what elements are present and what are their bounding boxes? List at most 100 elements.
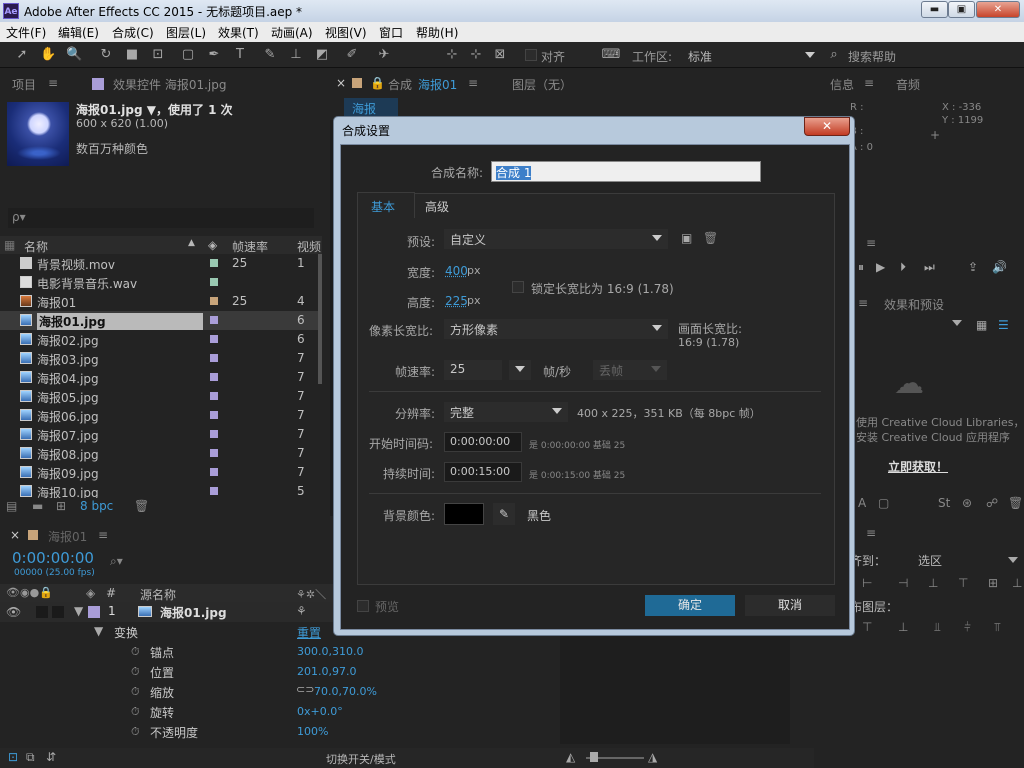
label-color-swatch[interactable] (210, 335, 218, 343)
property-value[interactable]: 70.0,70.0% (314, 685, 377, 698)
dialog-close-button[interactable]: ✕ (804, 117, 850, 136)
distribute-bottom-icon[interactable]: ⫫ (934, 620, 941, 635)
align-left-icon[interactable]: ⊢ (862, 576, 872, 590)
label-color-swatch[interactable] (210, 449, 218, 457)
label-color-swatch[interactable] (210, 259, 218, 267)
file-row[interactable]: 电影背景音乐.wav (0, 273, 322, 292)
panel-menu-icon[interactable]: ≡ (48, 76, 58, 90)
play-icon[interactable]: ▶ (876, 260, 885, 274)
save-preset-icon[interactable]: ▣ (681, 231, 692, 245)
col-video[interactable]: 视频 (297, 238, 321, 255)
file-row[interactable]: 海报02.jpg 6 (0, 330, 322, 349)
zoom-tool-icon[interactable]: 🔍 (66, 47, 82, 63)
preview-menu-icon[interactable]: ≡ (866, 236, 876, 250)
local-axis-icon[interactable]: ⊹ (444, 47, 460, 63)
file-row[interactable]: 海报10.jpg 5 (0, 482, 322, 498)
render-icon[interactable]: ⧉ (26, 750, 35, 765)
start-timecode-input[interactable]: 0:00:00:00 (444, 432, 522, 452)
property-value[interactable]: 300.0,310.0 (297, 645, 363, 658)
height-value[interactable]: 225 (445, 294, 468, 308)
loop-icon[interactable]: ⇪ (968, 260, 978, 274)
align-right-icon[interactable]: ⊥ (928, 576, 938, 590)
menu-view[interactable]: 视图(V) (325, 24, 367, 41)
menu-effect[interactable]: 效果(T) (218, 24, 259, 41)
list-view-icon[interactable]: ☰ (998, 318, 1009, 332)
play-backward-icon[interactable]: ⏸ (858, 260, 864, 275)
pan-behind-tool-icon[interactable]: ⊡ (150, 47, 166, 63)
workspace-value[interactable]: 标准 (688, 48, 712, 65)
label-color-swatch[interactable] (210, 468, 218, 476)
stopwatch-icon[interactable]: ⏱ (131, 725, 140, 739)
label-color-swatch[interactable] (210, 316, 218, 324)
roto-brush-tool-icon[interactable]: ✐ (344, 47, 360, 63)
preview-checkbox[interactable] (357, 600, 369, 612)
stopwatch-icon[interactable]: ⏱ (131, 705, 140, 719)
align-hcenter-icon[interactable]: ⊣ (898, 576, 908, 590)
distribute-left-icon[interactable]: ⫩ (964, 620, 971, 635)
cc-get-link[interactable]: 立即获取！ (888, 458, 948, 475)
close-tab-icon[interactable]: × (336, 76, 346, 90)
pixel-aspect-dropdown[interactable]: 方形像素 (444, 319, 668, 339)
selection-tool-icon[interactable]: ➚ (14, 47, 30, 63)
distribute-right-icon[interactable]: ⫪ (994, 620, 1001, 635)
constrain-proportions-icon[interactable]: ⊂⊃ (296, 683, 314, 696)
transform-expand-icon[interactable]: ▼ (94, 624, 103, 638)
project-search-input[interactable]: ρ▾ (8, 208, 314, 228)
label-color-swatch[interactable] (210, 373, 218, 381)
lock-ratio-checkbox[interactable] (512, 281, 524, 293)
new-preset-icon[interactable]: ▢ (878, 496, 889, 510)
label-color-swatch[interactable] (210, 411, 218, 419)
timeline-menu-icon[interactable]: ≡ (98, 528, 108, 542)
lock-icon[interactable]: 🔒 (370, 76, 385, 90)
comp-panel-menu-icon[interactable]: ≡ (468, 76, 478, 90)
effects-trash-icon[interactable]: 🗑 (1008, 496, 1023, 510)
file-row[interactable]: 海报07.jpg 7 (0, 425, 322, 444)
clone-stamp-tool-icon[interactable]: ⊥ (288, 47, 304, 63)
file-row[interactable]: 海报04.jpg 7 (0, 368, 322, 387)
tab-basic[interactable]: 基本 (357, 192, 415, 218)
file-row[interactable]: 海报05.jpg 7 (0, 387, 322, 406)
zoom-out-icon[interactable]: ◭ (566, 750, 575, 764)
tab-layer[interactable]: 图层（无） (512, 76, 572, 93)
camera-tool-icon[interactable]: ■ (124, 47, 140, 63)
share-icon[interactable]: ☍ (986, 496, 998, 510)
comp-flowchart-icon[interactable]: ⊡ (8, 750, 18, 764)
tab-timeline-name[interactable]: 海报01 (48, 528, 87, 545)
tab-effect-controls[interactable]: 效果控件 海报01.jpg (113, 76, 226, 93)
stopwatch-icon[interactable]: ⏱ (131, 685, 140, 699)
zoom-slider-handle[interactable] (590, 752, 598, 762)
align-bottom-icon[interactable]: ⊥ (1012, 576, 1022, 590)
text-tool-icon[interactable]: T (232, 47, 248, 63)
menu-composition[interactable]: 合成(C) (112, 24, 154, 41)
trash-icon[interactable]: 🗑 (134, 499, 149, 513)
menu-edit[interactable]: 编辑(E) (58, 24, 99, 41)
rectangle-tool-icon[interactable]: ▢ (180, 47, 196, 63)
solo-switch[interactable] (36, 606, 48, 618)
file-row[interactable]: 海报06.jpg 7 (0, 406, 322, 425)
file-row[interactable]: 海报03.jpg 7 (0, 349, 322, 368)
comp-name-input[interactable]: 合成 1 (491, 161, 761, 182)
layer-label-swatch[interactable] (88, 606, 100, 618)
tab-effects-presets[interactable]: 效果和预设 (884, 296, 944, 313)
cancel-button[interactable]: 取消 (745, 595, 835, 616)
tab-info[interactable]: 信息 (830, 76, 854, 93)
info-menu-icon[interactable]: ≡ (864, 76, 874, 90)
stopwatch-icon[interactable]: ⏱ (131, 645, 140, 659)
fps-dropdown[interactable] (509, 360, 531, 380)
preset-dropdown[interactable]: 自定义 (444, 229, 668, 249)
current-timecode[interactable]: 0:00:00:00 (12, 549, 94, 567)
project-scrollbar[interactable] (318, 254, 322, 384)
reset-link[interactable]: 重置 (297, 624, 321, 641)
layer-shy-icon[interactable]: ⚘ (296, 604, 307, 618)
puppet-tool-icon[interactable]: ✈ (376, 47, 392, 63)
property-value[interactable]: 0x+0.0° (297, 705, 343, 718)
workspace-dropdown-icon[interactable] (805, 52, 815, 58)
zoom-in-icon[interactable]: ◮ (648, 750, 657, 764)
lock-switch[interactable] (52, 606, 64, 618)
fps-input[interactable]: 25 (444, 360, 502, 380)
visibility-eye-icon[interactable]: 👁 (6, 605, 21, 619)
resolution-dropdown[interactable]: 完整 (444, 402, 568, 422)
world-axis-icon[interactable]: ⊹ (468, 47, 484, 63)
tab-comp-name[interactable]: 海报01 (418, 76, 457, 93)
toggle-switches-modes[interactable]: 切换开关/模式 (326, 751, 396, 767)
